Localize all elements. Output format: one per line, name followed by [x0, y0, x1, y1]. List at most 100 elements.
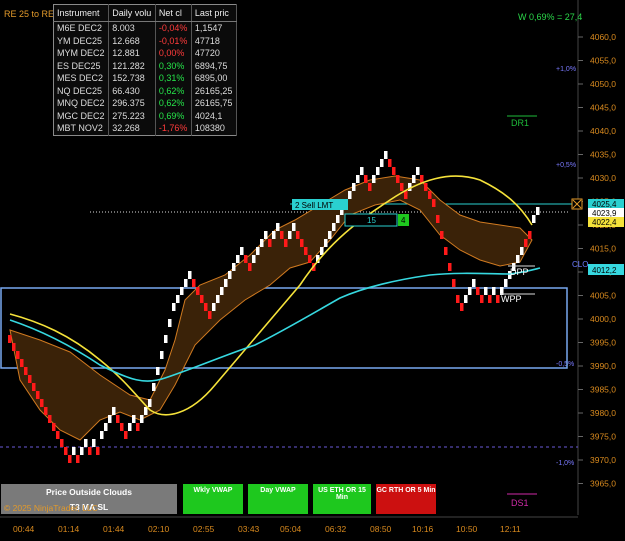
cell-last-price: 6895,00: [191, 72, 238, 85]
down-bar: [404, 191, 408, 199]
up-bar: [80, 447, 84, 455]
price-tick: 4055,0: [590, 56, 616, 66]
up-bar: [160, 351, 164, 359]
col-volume[interactable]: Daily volu: [108, 4, 156, 22]
down-bar: [52, 423, 56, 431]
up-bar: [176, 295, 180, 303]
up-bar: [148, 399, 152, 407]
table-header-row: Instrument Daily volu Net cl Last pric: [53, 4, 238, 22]
down-bar: [56, 431, 60, 439]
up-bar: [104, 423, 108, 431]
down-bar: [12, 343, 16, 351]
pct-label-minus-05: -0,5%: [556, 361, 574, 368]
down-bar: [480, 295, 484, 303]
down-bar: [36, 391, 40, 399]
day-vwap-button[interactable]: Day VWAP: [248, 484, 308, 514]
down-bar: [428, 191, 432, 199]
cell-instrument: MNQ DEC2: [53, 97, 110, 110]
up-bar: [156, 367, 160, 375]
down-bar: [204, 303, 208, 311]
up-bar: [84, 439, 88, 447]
table-row[interactable]: MNQ DEC2 296.375 0,62% 26165,75: [53, 97, 238, 110]
down-bar: [268, 239, 272, 247]
us-eth-or-button[interactable]: US ETH OR 15 Min: [313, 484, 371, 514]
up-bar: [520, 247, 524, 255]
table-row[interactable]: ES DEC25 121.282 0,30% 6894,75: [53, 59, 238, 72]
down-bar: [496, 295, 500, 303]
down-bar: [476, 287, 480, 295]
cell-last-price: 26165,75: [191, 97, 238, 110]
price-tick: 4060,0: [590, 32, 616, 42]
table-row[interactable]: MBT NOV2 32.268 -1,76% 108380: [53, 122, 238, 135]
table-row[interactable]: M6E DEC2 8.003 -0,04% 1,1547: [53, 21, 238, 35]
time-tick: 02:10: [148, 524, 170, 534]
col-instrument[interactable]: Instrument: [53, 4, 110, 22]
price-tick: 4040,0: [590, 126, 616, 136]
down-bar: [400, 183, 404, 191]
up-bar: [152, 383, 156, 391]
gc-rth-or-button[interactable]: GC RTH OR 5 Min: [376, 484, 436, 514]
cell-instrument: MGC DEC2: [53, 109, 110, 122]
down-bar: [456, 295, 460, 303]
price-tag-mid-text: 4023,9: [592, 209, 617, 218]
cell-last-price: 26165,25: [191, 84, 238, 97]
cell-last-price: 108380: [191, 122, 238, 135]
cell-volume: 12.668: [108, 34, 156, 47]
cell-net-change: 0,30%: [155, 59, 192, 72]
up-bar: [100, 431, 104, 439]
down-bar: [200, 295, 204, 303]
down-bar: [436, 215, 440, 223]
down-bar: [48, 415, 52, 423]
up-bar: [332, 223, 336, 231]
up-bar: [72, 447, 76, 455]
down-bar: [196, 287, 200, 295]
price-tick: 3980,0: [590, 408, 616, 418]
clo-label: CLO: [572, 260, 588, 269]
table-row[interactable]: YM DEC25 12.668 -0,01% 47718: [53, 34, 238, 47]
price-tick: 4015,0: [590, 244, 616, 254]
up-bar: [232, 263, 236, 271]
cell-instrument: ES DEC25: [53, 59, 110, 72]
up-bar: [108, 415, 112, 423]
price-tick: 4005,0: [590, 291, 616, 301]
down-bar: [44, 407, 48, 415]
up-bar: [380, 159, 384, 167]
table-row[interactable]: MYM DEC2 12.881 0,00% 47720: [53, 47, 238, 60]
up-bar: [212, 303, 216, 311]
down-bar: [16, 351, 20, 359]
down-bar: [40, 399, 44, 407]
up-bar: [536, 207, 540, 215]
market-analyzer-table[interactable]: Instrument Daily volu Net cl Last pric M…: [53, 4, 238, 136]
up-bar: [132, 415, 136, 423]
col-last-price[interactable]: Last pric: [191, 4, 238, 22]
up-bar: [220, 287, 224, 295]
time-tick: 03:43: [238, 524, 260, 534]
cell-last-price: 1,1547: [191, 21, 238, 35]
up-bar: [372, 175, 376, 183]
down-bar: [528, 231, 532, 239]
down-bar: [452, 279, 456, 287]
up-bar: [288, 231, 292, 239]
table-row[interactable]: MGC DEC2 275.223 0,69% 4024,1: [53, 109, 238, 122]
up-bar: [504, 279, 508, 287]
down-bar: [244, 255, 248, 263]
up-bar: [228, 271, 232, 279]
down-bar: [364, 175, 368, 183]
up-bar: [356, 175, 360, 183]
table-row[interactable]: NQ DEC25 66.430 0,62% 26165,25: [53, 84, 238, 97]
price-tick: 3990,0: [590, 361, 616, 371]
chart-title: RE 25 to RE: [4, 9, 55, 19]
table-row[interactable]: MES DEC2 152.738 0,31% 6895,00: [53, 72, 238, 85]
wpp-label: WPP: [501, 294, 522, 304]
time-tick: 05:04: [280, 524, 302, 534]
cell-net-change: 0,69%: [155, 109, 192, 122]
wkly-vwap-button[interactable]: Wkly VWAP: [183, 484, 243, 514]
time-tick: 12:11: [500, 524, 521, 534]
up-bar: [140, 415, 144, 423]
down-bar: [88, 447, 92, 455]
pct-label-minus-1: -1,0%: [556, 460, 574, 467]
col-net-change[interactable]: Net cl: [155, 4, 192, 22]
cell-net-change: -0,04%: [155, 21, 192, 35]
down-bar: [8, 335, 12, 343]
time-tick: 01:14: [58, 524, 80, 534]
